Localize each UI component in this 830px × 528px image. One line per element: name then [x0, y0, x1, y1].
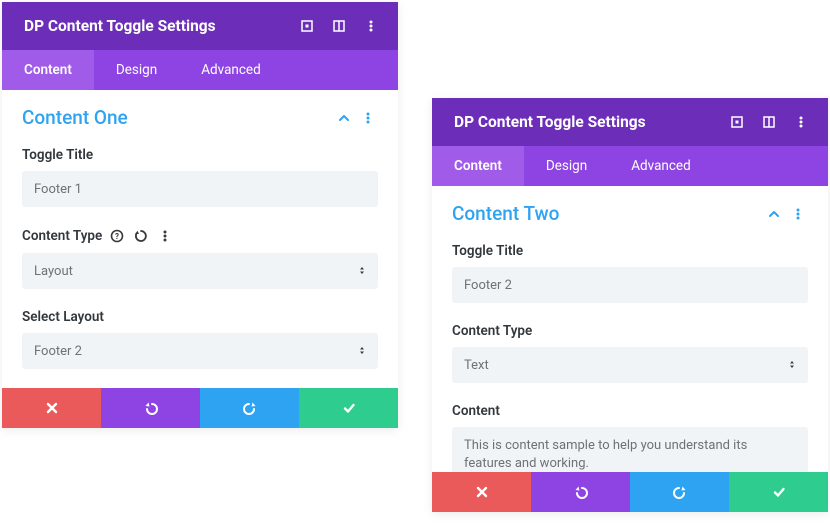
confirm-button[interactable]	[299, 388, 398, 428]
section-more-icon[interactable]	[788, 204, 808, 224]
field-select-layout: Select Layout	[22, 309, 378, 369]
settings-panel-one: DP Content Toggle Settings Content Desig…	[2, 2, 398, 428]
tab-content[interactable]: Content	[2, 50, 94, 90]
field-toggle-title: Toggle Title	[452, 243, 808, 303]
section-more-icon[interactable]	[358, 108, 378, 128]
panel-footer-actions	[432, 472, 828, 512]
settings-panel-two: DP Content Toggle Settings Content Desig…	[432, 98, 828, 512]
help-icon[interactable]	[108, 227, 126, 245]
panel-tabs: Content Design Advanced	[2, 50, 398, 90]
reset-icon[interactable]	[132, 227, 150, 245]
close-button[interactable]	[2, 388, 101, 428]
collapse-icon[interactable]	[764, 204, 784, 224]
focus-mode-icon[interactable]	[724, 109, 750, 135]
select-layout-select[interactable]	[22, 333, 378, 369]
field-content-type: Content Type	[22, 227, 378, 289]
panel-tabs: Content Design Advanced	[432, 146, 828, 186]
panel-titlebar: DP Content Toggle Settings	[432, 98, 828, 146]
toggle-title-input[interactable]	[452, 267, 808, 303]
section-title: Content Two	[452, 202, 760, 225]
dock-sidebar-icon[interactable]	[756, 109, 782, 135]
redo-button[interactable]	[200, 388, 299, 428]
dock-sidebar-icon[interactable]	[326, 13, 352, 39]
close-button[interactable]	[432, 472, 531, 512]
more-options-icon[interactable]	[788, 109, 814, 135]
field-toggle-title: Toggle Title	[22, 147, 378, 207]
toggle-title-label: Toggle Title	[452, 243, 523, 259]
panel-title: DP Content Toggle Settings	[24, 17, 216, 35]
tab-content[interactable]: Content	[432, 146, 524, 186]
panel-titlebar: DP Content Toggle Settings	[2, 2, 398, 50]
confirm-button[interactable]	[729, 472, 828, 512]
toggle-title-input[interactable]	[22, 171, 378, 207]
collapse-icon[interactable]	[334, 108, 354, 128]
focus-mode-icon[interactable]	[294, 13, 320, 39]
section-title: Content One	[22, 106, 330, 129]
tab-advanced[interactable]: Advanced	[179, 50, 283, 90]
panel-body: Content Two Toggle Title Content Type Co…	[432, 186, 828, 501]
content-type-select[interactable]	[452, 347, 808, 383]
content-type-label: Content Type	[22, 228, 102, 244]
redo-button[interactable]	[630, 472, 729, 512]
content-label: Content	[452, 403, 500, 419]
content-type-select[interactable]	[22, 253, 378, 289]
section-header[interactable]: Content Two	[452, 202, 808, 225]
panel-title: DP Content Toggle Settings	[454, 113, 646, 131]
more-options-icon[interactable]	[358, 13, 384, 39]
panel-body: Content One Toggle Title Content Type	[2, 90, 398, 399]
field-more-icon[interactable]	[156, 227, 174, 245]
tab-design[interactable]: Design	[94, 50, 179, 90]
toggle-title-label: Toggle Title	[22, 147, 93, 163]
panel-footer-actions	[2, 388, 398, 428]
tab-advanced[interactable]: Advanced	[609, 146, 713, 186]
content-type-label: Content Type	[452, 323, 532, 339]
tab-design[interactable]: Design	[524, 146, 609, 186]
undo-button[interactable]	[531, 472, 630, 512]
undo-button[interactable]	[101, 388, 200, 428]
select-layout-label: Select Layout	[22, 309, 104, 325]
field-content-type: Content Type	[452, 323, 808, 383]
section-header[interactable]: Content One	[22, 106, 378, 129]
